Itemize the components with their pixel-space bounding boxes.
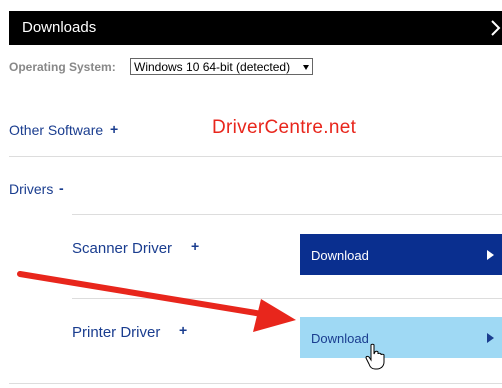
play-arrow-icon (487, 333, 494, 343)
header-title: Downloads (22, 19, 97, 36)
dropdown-arrow-icon (303, 65, 309, 70)
other-software-expand-icon[interactable]: + (110, 121, 118, 137)
os-select[interactable]: Windows 10 64-bit (detected) (130, 58, 313, 75)
printer-driver-expand-icon[interactable]: + (179, 322, 187, 338)
drivers-link[interactable]: Drivers (9, 181, 53, 197)
downloads-header[interactable]: Downloads (9, 11, 502, 45)
watermark-text: DriverCentre.net (212, 117, 357, 138)
divider (9, 156, 502, 157)
os-label: Operating System: (9, 60, 116, 74)
os-select-value: Windows 10 64-bit (detected) (134, 60, 291, 74)
divider (72, 214, 502, 215)
download-label: Download (311, 248, 369, 263)
printer-driver-link[interactable]: Printer Driver (72, 324, 160, 341)
divider (9, 383, 502, 384)
printer-download-button[interactable]: Download (300, 317, 502, 358)
download-label: Download (311, 331, 369, 346)
drivers-collapse-icon[interactable]: - (59, 180, 64, 196)
other-software-link[interactable]: Other Software (9, 122, 103, 138)
scanner-driver-expand-icon[interactable]: + (191, 238, 199, 254)
chevron-right-icon (491, 20, 501, 36)
play-arrow-icon (487, 250, 494, 260)
scanner-driver-link[interactable]: Scanner Driver (72, 240, 172, 257)
divider (72, 298, 502, 299)
scanner-download-button[interactable]: Download (300, 234, 502, 275)
